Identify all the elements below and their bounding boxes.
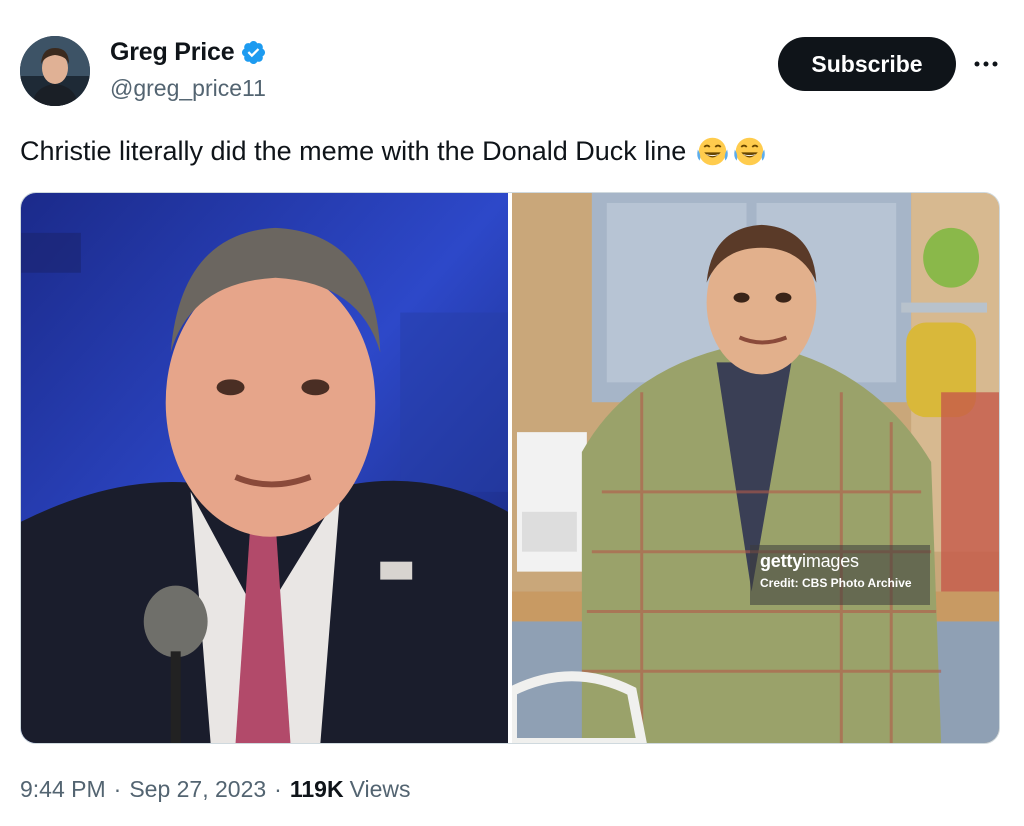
author-display-name[interactable]: Greg Price (110, 38, 235, 67)
tweet-meta: 9:44 PM · Sep 27, 2023 · 119K Views (20, 776, 411, 803)
views-label: Views (349, 776, 411, 802)
avatar-image (20, 36, 90, 106)
face-with-tears-of-joy-icon (734, 137, 766, 165)
separator-dot: · (113, 776, 122, 802)
tweet-media-grid: gettyimages Credit: CBS Photo Archive (20, 192, 1000, 744)
tweet-text-row: Christie literally did the meme with the… (20, 134, 766, 168)
man-in-kitchen-photo (512, 193, 999, 743)
author-handle[interactable]: @greg_price11 (110, 75, 266, 102)
verified-badge-icon[interactable] (240, 39, 267, 66)
photo-credit: Credit: CBS Photo Archive (760, 576, 912, 590)
getty-watermark: gettyimages Credit: CBS Photo Archive (750, 545, 930, 605)
man-at-podium-photo (21, 193, 508, 743)
media-photo-left[interactable] (21, 193, 508, 743)
author-avatar[interactable] (20, 36, 90, 106)
views-count[interactable]: 119K (290, 776, 344, 803)
ellipsis-icon (974, 61, 998, 67)
tweet-date[interactable]: Sep 27, 2023 (129, 776, 266, 803)
getty-logo: gettyimages (760, 551, 859, 571)
tweet-text: Christie literally did the meme with the… (20, 136, 687, 166)
media-photo-right[interactable]: gettyimages Credit: CBS Photo Archive (512, 193, 999, 743)
more-options-button[interactable] (968, 46, 1004, 82)
separator-dot: · (274, 776, 282, 802)
tweet-time[interactable]: 9:44 PM (20, 776, 106, 803)
author-name-row[interactable]: Greg Price (110, 38, 267, 67)
face-with-tears-of-joy-icon (697, 137, 729, 165)
subscribe-button[interactable]: Subscribe (778, 37, 956, 91)
